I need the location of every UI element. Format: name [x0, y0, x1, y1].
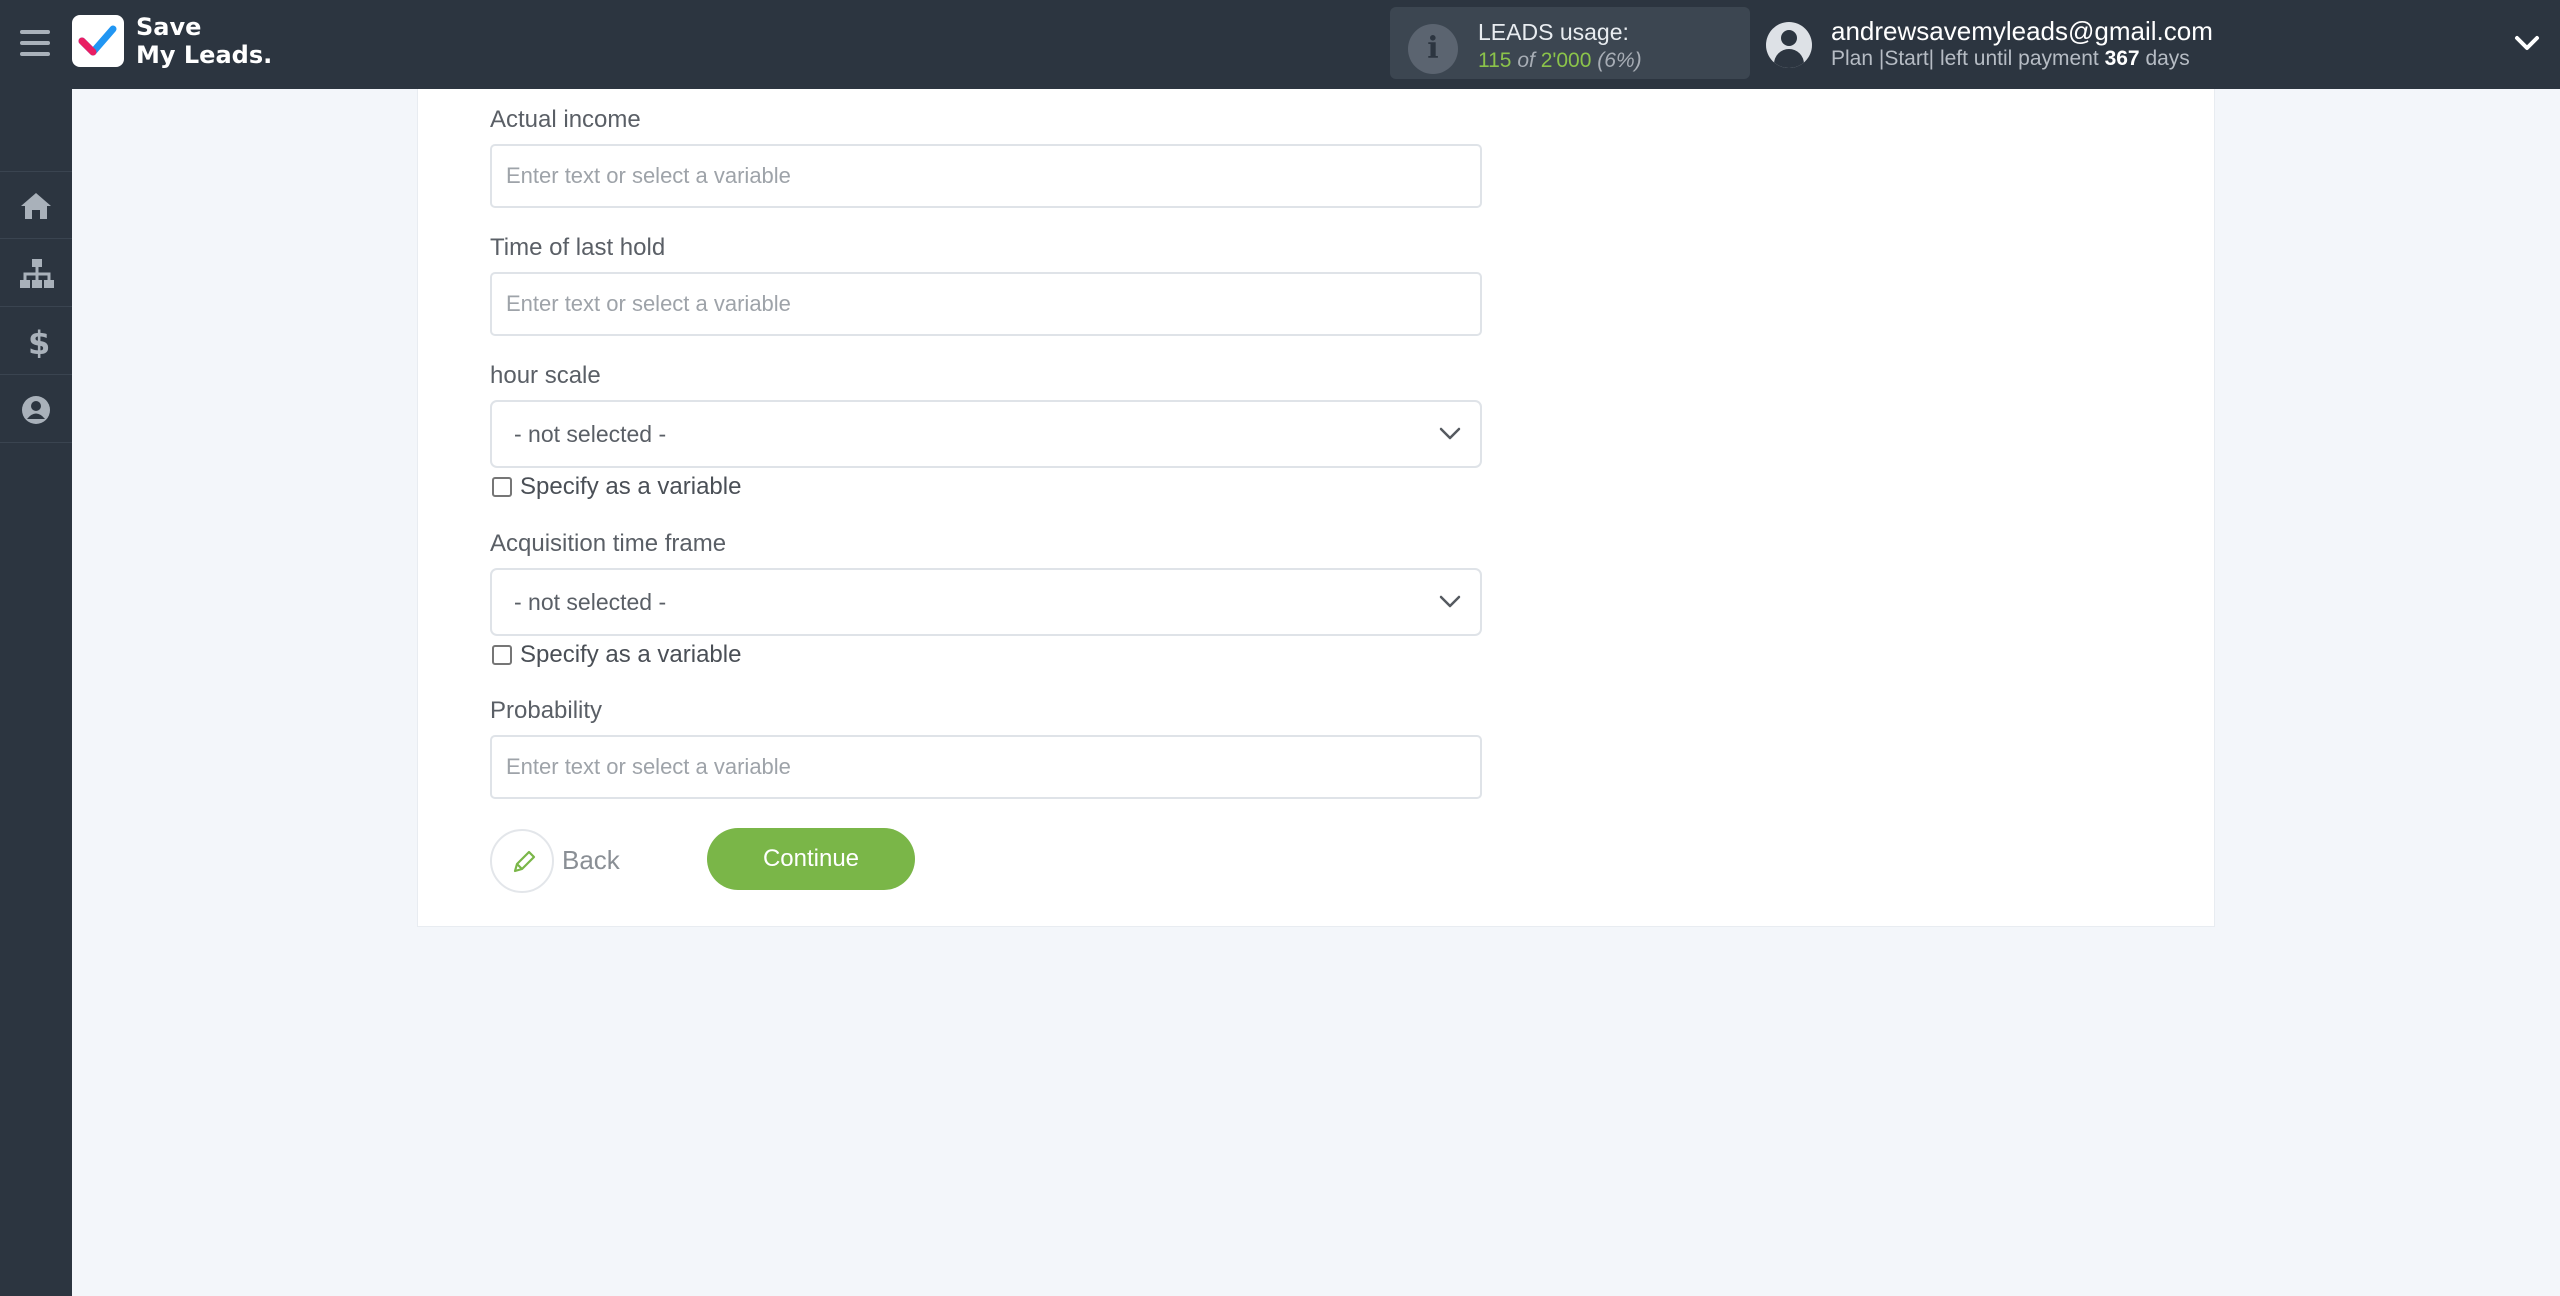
back-button[interactable]: Back	[490, 829, 630, 893]
sidebar-item-billing[interactable]: $	[0, 307, 72, 375]
sidebar-item-account[interactable]	[0, 375, 72, 443]
field-label-probability: Probability	[490, 697, 603, 724]
avatar[interactable]	[1766, 22, 1812, 68]
checkbox-label[interactable]: Specify as a variable	[520, 641, 741, 669]
field-label-actual-income: Actual income	[490, 106, 641, 133]
settings-form-card: Actual income Time of last hold hour sca…	[417, 89, 2215, 927]
continue-button[interactable]: Continue	[707, 828, 915, 890]
sidebar-item-home[interactable]	[0, 171, 72, 239]
user-plan: Plan |Start| left until payment 367 days	[1831, 47, 2190, 71]
plan-days: 367	[2104, 47, 2140, 70]
top-bar: Save My Leads. i LEADS usage: 115 of 2'0…	[0, 0, 2560, 89]
probability-input[interactable]	[490, 735, 1482, 799]
logo-line-1: Save	[136, 13, 202, 41]
logo-icon[interactable]	[72, 15, 124, 67]
chevron-down-icon	[1439, 595, 1461, 608]
svg-text:$: $	[28, 326, 50, 358]
field-label-time-of-last-hold: Time of last hold	[490, 234, 666, 261]
time-of-last-hold-input[interactable]	[490, 272, 1482, 336]
acquisition-time-frame-selected-value: - not selected -	[514, 589, 667, 615]
info-icon: i	[1408, 24, 1458, 74]
field-label-acquisition-time-frame: Acquisition time frame	[490, 530, 727, 557]
pencil-icon	[490, 829, 554, 893]
actual-income-input[interactable]	[490, 144, 1482, 208]
logo-text[interactable]: Save My Leads.	[136, 13, 272, 69]
hour-scale-selected-value: - not selected -	[514, 421, 667, 447]
checkbox-label[interactable]: Specify as a variable	[520, 473, 741, 501]
back-label: Back	[562, 845, 620, 875]
usage-title: LEADS usage:	[1478, 19, 1629, 45]
field-label-hour-scale: hour scale	[490, 362, 601, 389]
user-circle-icon	[22, 396, 50, 424]
logo-line-2: My Leads.	[136, 41, 273, 69]
acquisition-time-frame-select[interactable]: - not selected -	[490, 568, 1482, 636]
usage-percent: (6%)	[1597, 49, 1642, 72]
chevron-down-icon[interactable]	[2512, 30, 2542, 56]
plan-suffix: days	[2145, 47, 2190, 70]
usage-of: of	[1517, 49, 1535, 72]
user-email[interactable]: andrewsavemyleads@gmail.com	[1831, 16, 2213, 47]
sitemap-icon	[20, 259, 54, 288]
dollar-icon: $	[28, 326, 50, 358]
plan-prefix: Plan |Start| left until payment	[1831, 47, 2099, 70]
acquisition-time-frame-variable-checkbox[interactable]	[492, 645, 512, 665]
usage-value: 115 of 2'000 (6%)	[1478, 49, 1642, 73]
sidebar-item-connections[interactable]	[0, 239, 72, 307]
hour-scale-variable-checkbox[interactable]	[492, 477, 512, 497]
usage-used: 115	[1478, 49, 1512, 72]
usage-total: 2'000	[1540, 49, 1592, 72]
hour-scale-select[interactable]: - not selected -	[490, 400, 1482, 468]
home-icon	[21, 193, 51, 219]
hamburger-menu-icon[interactable]	[18, 28, 52, 58]
sidebar: $	[0, 89, 72, 1296]
chevron-down-icon	[1439, 427, 1461, 440]
leads-usage-panel: i LEADS usage: 115 of 2'000 (6%)	[1390, 7, 1750, 79]
